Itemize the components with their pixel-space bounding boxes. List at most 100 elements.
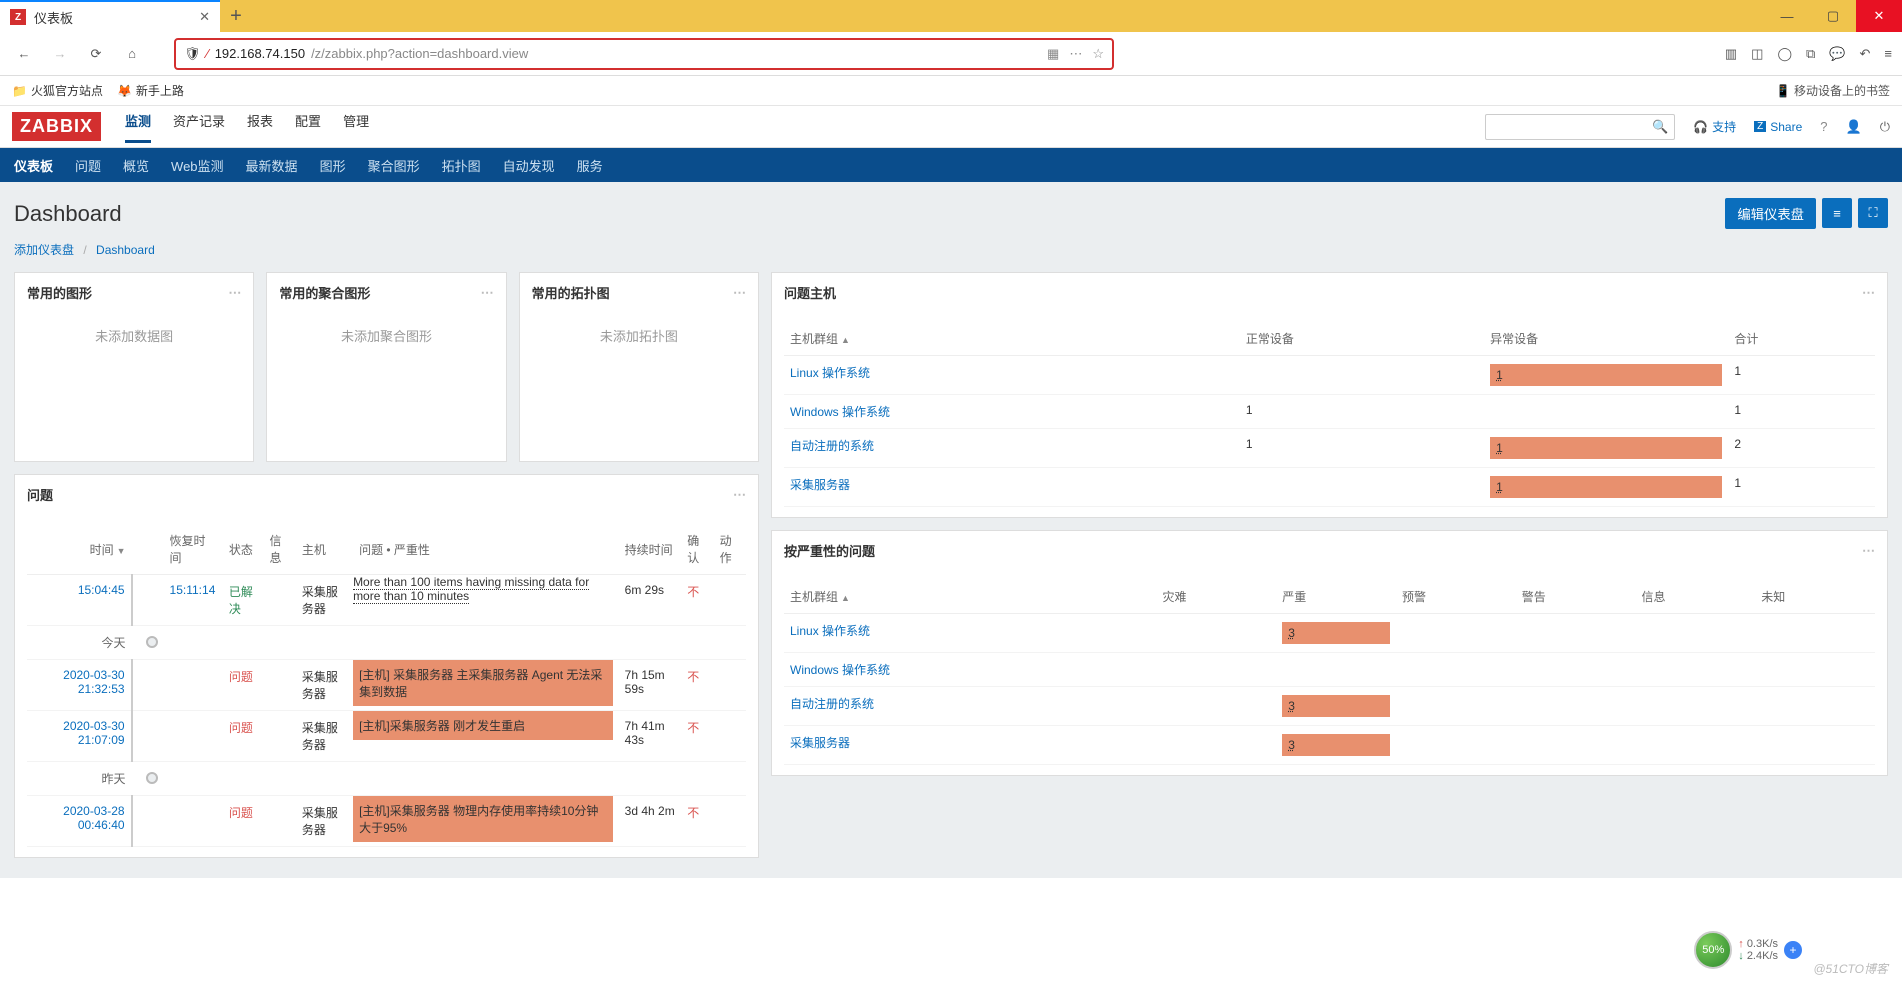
group-link[interactable]: 采集服务器	[790, 478, 850, 492]
widget-menu-icon[interactable]: ⋯	[1862, 543, 1875, 559]
menu-admin[interactable]: 管理	[343, 111, 369, 143]
browser-tab[interactable]: Z 仪表板 ✕	[0, 0, 220, 32]
shield-icon[interactable]: 🛡	[184, 46, 201, 62]
host-cell[interactable]: 采集服务器	[296, 575, 353, 626]
col-actions[interactable]: 动作	[714, 524, 746, 575]
home-button[interactable]: ⌂	[118, 40, 146, 68]
ack-link[interactable]: 不	[687, 806, 699, 820]
breadcrumb-add[interactable]: 添加仪表盘	[14, 243, 74, 257]
forward-button[interactable]: →	[46, 40, 74, 68]
ack-link[interactable]: 不	[687, 721, 699, 735]
col-recovery[interactable]: 恢复时间	[164, 524, 223, 575]
widget-menu-icon[interactable]: ⋯	[481, 285, 494, 301]
col-info[interactable]: 信息	[1635, 580, 1755, 614]
submenu-problems[interactable]: 问题	[75, 156, 101, 175]
bookmark-star-icon[interactable]: ☆	[1092, 46, 1104, 62]
host-cell[interactable]: 采集服务器	[296, 660, 353, 711]
time-link[interactable]: 15:04:45	[78, 583, 125, 597]
col-warn[interactable]: 警告	[1516, 580, 1636, 614]
power-icon[interactable]: ⏻	[1880, 119, 1890, 135]
page-actions-icon[interactable]: ⋯	[1069, 46, 1082, 62]
submenu-web[interactable]: Web监测	[171, 156, 224, 175]
share-link[interactable]: ZShare	[1754, 120, 1802, 134]
bad-count[interactable]: 1	[1490, 364, 1722, 386]
widget-menu-icon[interactable]: ⋯	[1862, 285, 1875, 301]
widget-menu-icon[interactable]: ⋯	[733, 285, 746, 301]
meter-circle[interactable]: 50%	[1694, 931, 1732, 969]
submenu-screens[interactable]: 聚合图形	[368, 156, 420, 175]
submenu-maps[interactable]: 拓扑图	[442, 156, 481, 175]
window-close-icon[interactable]: ✕	[1856, 0, 1902, 32]
col-unknown[interactable]: 未知	[1755, 580, 1875, 614]
widget-menu-icon[interactable]: ⋯	[733, 487, 746, 503]
bookmark-getting-started[interactable]: 🦊新手上路	[117, 82, 184, 99]
meter-add-button[interactable]: +	[1784, 941, 1802, 959]
submenu-latest[interactable]: 最新数据	[246, 156, 298, 175]
group-link[interactable]: Linux 操作系统	[790, 624, 870, 638]
back-button[interactable]: ←	[10, 40, 38, 68]
submenu-overview[interactable]: 概览	[123, 156, 149, 175]
problem-issue[interactable]: [主机]采集服务器 物理内存使用率持续10分钟大于95%	[353, 796, 613, 842]
library-icon[interactable]: ▥	[1725, 46, 1737, 62]
help-icon[interactable]: ?	[1820, 119, 1827, 134]
logo[interactable]: ZABBIX	[12, 112, 101, 141]
window-minimize-icon[interactable]: —	[1764, 0, 1810, 32]
user-icon[interactable]: 👤	[1846, 119, 1862, 135]
col-ok[interactable]: 正常设备	[1240, 322, 1484, 356]
col-bad[interactable]: 异常设备	[1484, 322, 1728, 356]
bookmark-firefox[interactable]: 📁火狐官方站点	[12, 82, 103, 99]
url-bar[interactable]: 🛡 ⁄ 192.168.74.150/z/zabbix.php?action=d…	[174, 38, 1114, 70]
group-link[interactable]: Linux 操作系统	[790, 366, 870, 380]
host-cell[interactable]: 采集服务器	[296, 796, 353, 847]
col-group[interactable]: 主机群组	[784, 580, 1156, 614]
extension-icon[interactable]: ⧉	[1806, 46, 1815, 62]
col-group[interactable]: 主机群组	[784, 322, 1240, 356]
problem-issue[interactable]: [主机] 采集服务器 主采集服务器 Agent 无法采集到数据	[353, 660, 613, 706]
support-link[interactable]: 🎧支持	[1693, 118, 1736, 135]
window-maximize-icon[interactable]: ▢	[1810, 0, 1856, 32]
widget-menu-icon[interactable]: ⋯	[228, 285, 241, 301]
high-count[interactable]: 3	[1282, 734, 1390, 756]
ack-link[interactable]: 不	[687, 585, 699, 599]
col-disaster[interactable]: 灾难	[1156, 580, 1276, 614]
submenu-dashboard[interactable]: 仪表板	[14, 156, 53, 175]
menu-icon[interactable]: ≡	[1884, 46, 1892, 62]
recovery-link[interactable]: 15:11:14	[170, 583, 216, 597]
group-link[interactable]: 自动注册的系统	[790, 439, 874, 453]
reload-button[interactable]: ⟳	[82, 40, 110, 68]
chat-icon[interactable]: 💬	[1829, 46, 1845, 62]
high-count[interactable]: 3	[1282, 622, 1390, 644]
time-link[interactable]: 2020-03-28 00:46:40	[63, 804, 124, 832]
bad-count[interactable]: 1	[1490, 476, 1722, 498]
col-status[interactable]: 状态	[223, 524, 264, 575]
menu-config[interactable]: 配置	[295, 111, 321, 143]
col-time[interactable]: 时间	[27, 524, 132, 575]
col-high[interactable]: 严重	[1276, 580, 1396, 614]
insecure-icon[interactable]: ⁄	[207, 46, 209, 61]
fullscreen-icon[interactable]: ⛶	[1858, 198, 1888, 228]
problem-issue[interactable]: More than 100 items having missing data …	[353, 575, 589, 604]
col-duration[interactable]: 持续时间	[619, 524, 682, 575]
menu-reports[interactable]: 报表	[247, 111, 273, 143]
group-link[interactable]: Windows 操作系统	[790, 663, 890, 677]
problem-issue[interactable]: [主机]采集服务器 刚才发生重启	[353, 711, 613, 740]
mobile-bookmarks[interactable]: 📱 移动设备上的书签	[1776, 82, 1890, 99]
new-tab-button[interactable]: +	[220, 0, 252, 32]
qr-icon[interactable]: ▦	[1047, 46, 1059, 62]
tab-close-icon[interactable]: ✕	[199, 9, 210, 25]
high-count[interactable]: 3	[1282, 695, 1390, 717]
col-avg[interactable]: 预警	[1396, 580, 1516, 614]
menu-inventory[interactable]: 资产记录	[173, 111, 225, 143]
group-link[interactable]: Windows 操作系统	[790, 405, 890, 419]
col-host[interactable]: 主机	[296, 524, 353, 575]
time-link[interactable]: 2020-03-30 21:32:53	[63, 668, 124, 696]
col-info[interactable]: 信息	[264, 524, 296, 575]
bad-count[interactable]: 1	[1490, 437, 1722, 459]
group-link[interactable]: 自动注册的系统	[790, 697, 874, 711]
time-link[interactable]: 2020-03-30 21:07:09	[63, 719, 124, 747]
col-ack[interactable]: 确认	[681, 524, 713, 575]
ack-link[interactable]: 不	[687, 670, 699, 684]
menu-monitoring[interactable]: 监测	[125, 111, 151, 143]
submenu-services[interactable]: 服务	[577, 156, 603, 175]
host-cell[interactable]: 采集服务器	[296, 711, 353, 762]
